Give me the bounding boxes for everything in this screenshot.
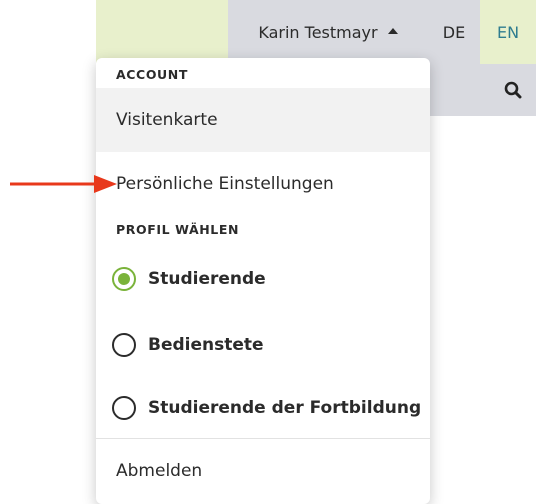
menu-item-personal-settings[interactable]: Persönliche Einstellungen [96,152,430,216]
menu-item-visitenkarte[interactable]: Visitenkarte [96,88,430,152]
topbar-spacer [96,0,228,64]
search-button[interactable] [490,64,536,116]
language-en-button[interactable]: EN [480,0,536,64]
caret-up-icon [387,28,398,34]
account-heading: ACCOUNT [116,67,188,82]
top-bar: Karin Testmayr DE EN [96,0,536,64]
profile-option-studierende[interactable]: Studierende [96,246,430,312]
lang-en-area: EN [480,0,536,64]
logout-label: Abmelden [116,461,203,481]
profile-option-fortbildung[interactable]: Studierende der Fortbildung [96,376,430,440]
radio-checked-icon [112,267,136,291]
radio-unchecked-icon [112,396,136,420]
lang-de-area: DE [428,0,480,64]
search-icon [504,81,522,99]
logout-button[interactable]: Abmelden [96,439,430,503]
profile-option-label: Studierende [148,269,266,289]
annotation-arrow-icon [10,175,117,193]
profile-heading: PROFIL WÄHLEN [116,222,240,237]
profile-option-label: Bedienstete [148,335,264,355]
menu-item-label: Visitenkarte [116,110,218,130]
user-menu-toggle[interactable]: Karin Testmayr [228,0,428,64]
profile-option-label: Studierende der Fortbildung [148,398,422,418]
search-bar [430,64,536,116]
user-menu-area: Karin Testmayr [228,0,428,64]
user-name: Karin Testmayr [258,22,378,42]
language-de-button[interactable]: DE [428,0,480,64]
profile-option-bedienstete[interactable]: Bedienstete [96,312,430,378]
user-dropdown-menu: ACCOUNT Visitenkarte Persönliche Einstel… [96,58,430,504]
radio-unchecked-icon [112,333,136,357]
menu-item-label: Persönliche Einstellungen [116,174,334,194]
